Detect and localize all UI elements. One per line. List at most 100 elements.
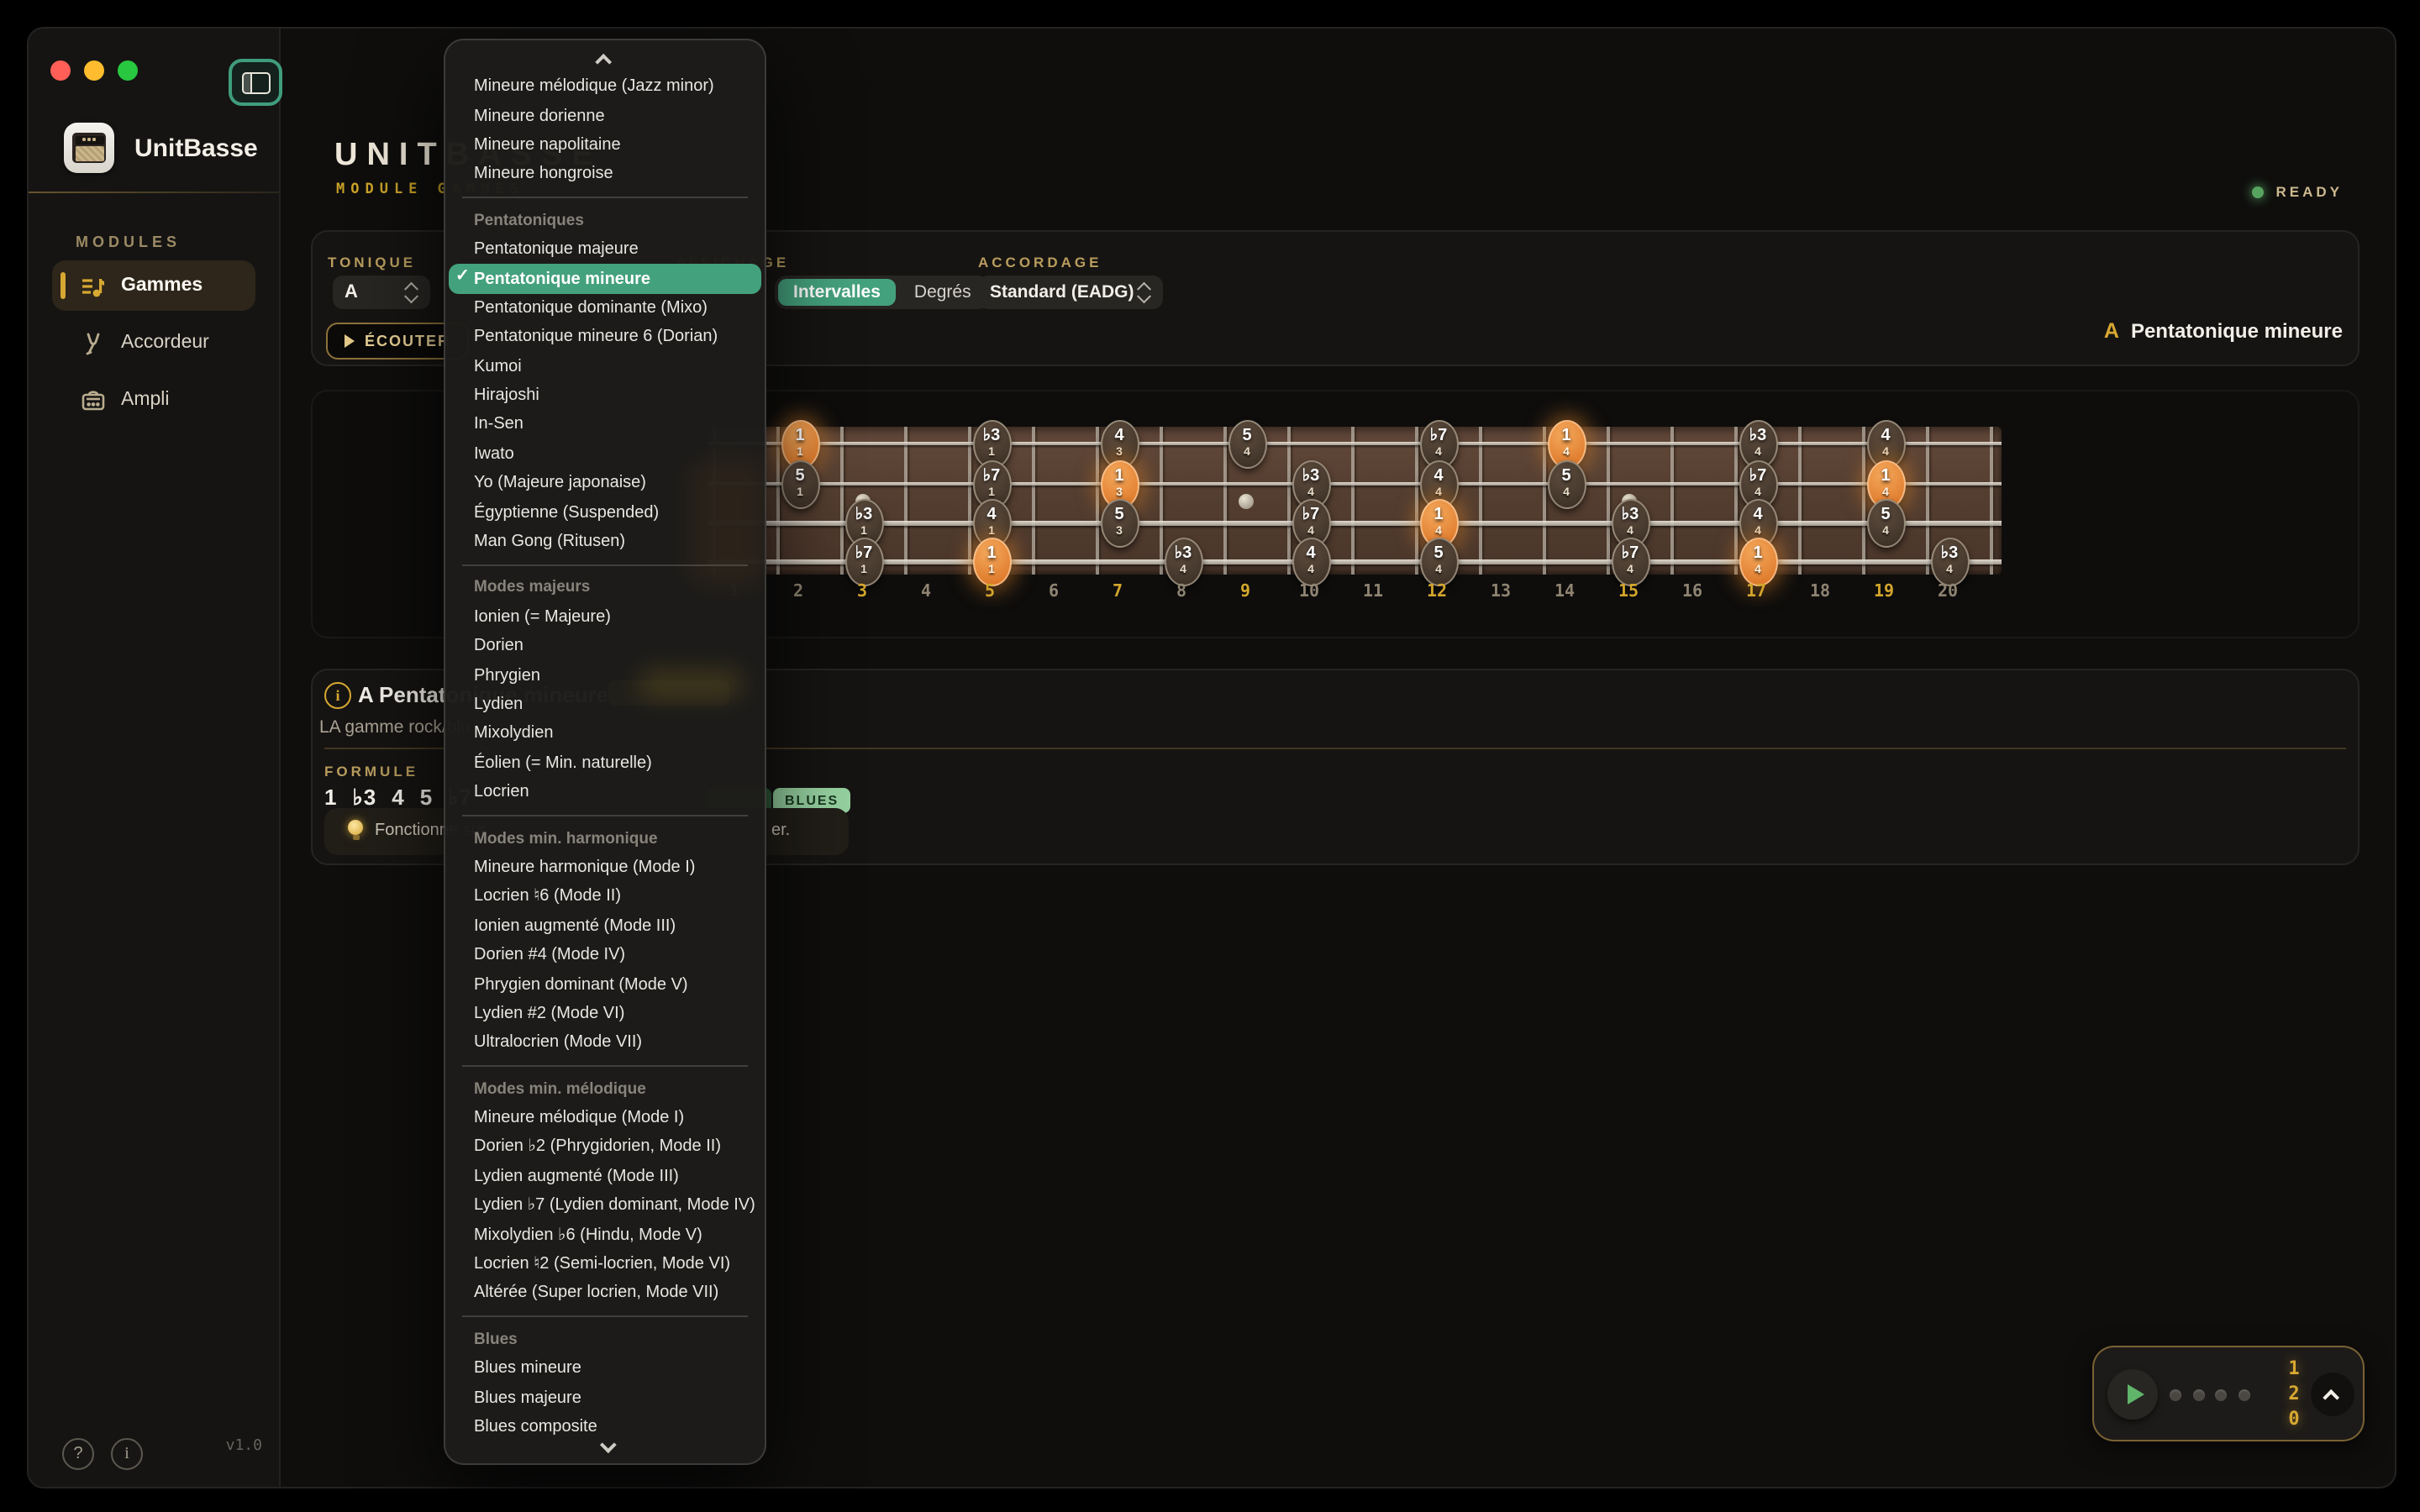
menu-item[interactable]: ✓Mineure dorienne [445, 102, 765, 131]
menu-item[interactable]: ✓Mineure hongroise [445, 160, 765, 189]
fret-wire [1990, 427, 1993, 575]
menu-item[interactable]: ✓Blues majeure [445, 1383, 765, 1413]
menu-item[interactable]: ✓Lydien #2 (Mode VI) [445, 999, 765, 1028]
play-button[interactable] [2107, 1369, 2158, 1420]
menu-item[interactable]: ✓In-Sen [445, 411, 765, 440]
tip-text-end: er. [771, 822, 790, 840]
menu-item[interactable]: ✓Mixolydien [445, 719, 765, 748]
app-title: UnitBasse [134, 134, 258, 162]
scroll-up-area[interactable] [445, 47, 765, 72]
menu-section-header: Blues [445, 1325, 765, 1354]
chevron-up-icon [2322, 1389, 2338, 1405]
menu-item[interactable]: ✓Mixolydien ♭6 (Hindu, Mode V) [445, 1221, 765, 1250]
menu-item[interactable]: ✓Dorien #4 (Mode IV) [445, 941, 765, 970]
help-button[interactable]: ? [62, 1438, 94, 1470]
bpm-display: 120 [2282, 1356, 2306, 1431]
menu-item[interactable]: ✓Pentatonique majeure [445, 235, 765, 265]
fret-wire [840, 427, 844, 575]
app-identity: UnitBasse [64, 123, 258, 173]
close-button[interactable] [50, 60, 71, 81]
menu-list: ✓Mineure mélodique (Jazz minor)✓Mineure … [445, 72, 765, 1441]
lightbulb-icon [348, 820, 363, 835]
zoom-button[interactable] [118, 60, 138, 81]
tonique-select[interactable]: A [333, 276, 430, 309]
window-controls [50, 60, 138, 81]
fret-number: 13 [1491, 583, 1511, 601]
menu-item[interactable]: ✓Kumoi [445, 352, 765, 381]
fret-wire [1287, 427, 1291, 575]
fret-wire [1351, 427, 1355, 575]
fret-number: 18 [1810, 583, 1830, 601]
menu-item[interactable]: ✓Yo (Majeure japonaise) [445, 469, 765, 498]
minimize-button[interactable] [84, 60, 104, 81]
sidebar-toggle-button[interactable] [229, 59, 282, 106]
menu-item[interactable]: ✓Mineure mélodique (Jazz minor) [445, 72, 765, 102]
menu-item[interactable]: ✓Locrien [445, 778, 765, 807]
menu-item[interactable]: ✓Pentatonique mineure [449, 265, 761, 294]
active-indicator [60, 272, 66, 299]
collapse-player-button[interactable] [2311, 1373, 2354, 1416]
fret-wire [1607, 427, 1610, 575]
menu-item[interactable]: ✓Locrien ♮2 (Semi-locrien, Mode VI) [445, 1250, 765, 1279]
fret-number: 5 [985, 583, 995, 601]
menu-item[interactable]: ✓Locrien ♮6 (Mode II) [445, 882, 765, 911]
menu-item[interactable]: ✓Phrygien dominant (Mode V) [445, 970, 765, 1000]
app-logo-icon [64, 123, 114, 173]
note-badge: 54 [1547, 459, 1586, 508]
listen-label: ÉCOUTER [365, 333, 450, 349]
play-icon [2127, 1384, 2144, 1404]
beat-dot [2170, 1389, 2181, 1400]
sidebar-item-label: Accordeur [121, 333, 209, 353]
tonique-label: TONIQUE [328, 254, 416, 270]
menu-item[interactable]: ✓Hirajoshi [445, 381, 765, 411]
menu-item[interactable]: ✓Pentatonique dominante (Mixo) [445, 293, 765, 323]
fret-number-row: 1234567891011121314151617181920 [708, 583, 2002, 603]
fret-number: 15 [1618, 583, 1639, 601]
segment-degres[interactable]: Degrés [899, 279, 986, 306]
formule-label: FORMULE [324, 763, 418, 780]
menu-item[interactable]: ✓Mineure napolitaine [445, 131, 765, 160]
fret-number: 16 [1682, 583, 1702, 601]
menu-item[interactable]: ✓Mineure mélodique (Mode I) [445, 1104, 765, 1133]
menu-item[interactable]: ✓Iwato [445, 439, 765, 469]
menu-item[interactable]: ✓Dorien [445, 632, 765, 661]
tuning-value: Standard (EADG) [990, 282, 1134, 302]
menu-item[interactable]: ✓Éolien (= Min. naturelle) [445, 748, 765, 778]
menu-item[interactable]: ✓Mineure harmonique (Mode I) [445, 853, 765, 883]
scales-note-icon [79, 272, 106, 299]
bpm-digit: 0 [2282, 1406, 2306, 1431]
menu-item[interactable]: ✓Dorien ♭2 (Phrygidorien, Mode II) [445, 1133, 765, 1163]
sidebar-item-gammes[interactable]: Gammes [52, 260, 255, 311]
menu-item[interactable]: ✓Ionien (= Majeure) [445, 602, 765, 632]
fret-number: 6 [1049, 583, 1059, 601]
menu-item[interactable]: ✓Blues mineure [445, 1354, 765, 1383]
menu-item[interactable]: ✓Ionien augmenté (Mode III) [445, 911, 765, 941]
menu-item[interactable]: ✓Égyptienne (Suspended) [445, 498, 765, 528]
menu-item[interactable]: ✓Lydien [445, 690, 765, 720]
tuning-select[interactable]: Standard (EADG) [978, 276, 1163, 309]
menu-item[interactable]: ✓Altérée (Super locrien, Mode VII) [445, 1278, 765, 1308]
scroll-down-area[interactable] [445, 1435, 765, 1458]
menu-item[interactable]: ✓Lydien ♭7 (Lydien dominant, Mode IV) [445, 1191, 765, 1221]
about-button[interactable]: i [111, 1438, 143, 1470]
inlay-dot [1238, 494, 1253, 509]
menu-item[interactable]: ✓Pentatonique mineure 6 (Dorian) [445, 323, 765, 352]
sidebar-item-ampli[interactable]: Ampli [52, 375, 255, 425]
string-line [708, 521, 2002, 525]
fret-wire [776, 427, 780, 575]
fret-wire [1096, 427, 1099, 575]
chevron-down-icon [599, 1436, 616, 1452]
bpm-digit: 2 [2282, 1381, 2306, 1406]
beat-indicator [2170, 1389, 2249, 1400]
menu-item[interactable]: ✓Ultralocrien (Mode VII) [445, 1028, 765, 1058]
menu-item[interactable]: ✓Lydien augmenté (Mode III) [445, 1162, 765, 1191]
note-badge: 53 [1100, 498, 1139, 547]
sidebar-item-accordeur[interactable]: Accordeur [52, 318, 255, 368]
sidebar-item-label: Ampli [121, 390, 170, 410]
segment-intervalles[interactable]: Intervalles [778, 279, 896, 306]
menu-item[interactable]: ✓Phrygien [445, 661, 765, 690]
menu-section-header: Modes min. mélodique [445, 1074, 765, 1104]
fret-wire [1415, 427, 1418, 575]
mini-player: 120 [2092, 1346, 2365, 1441]
menu-item[interactable]: ✓Man Gong (Ritusen) [445, 528, 765, 557]
